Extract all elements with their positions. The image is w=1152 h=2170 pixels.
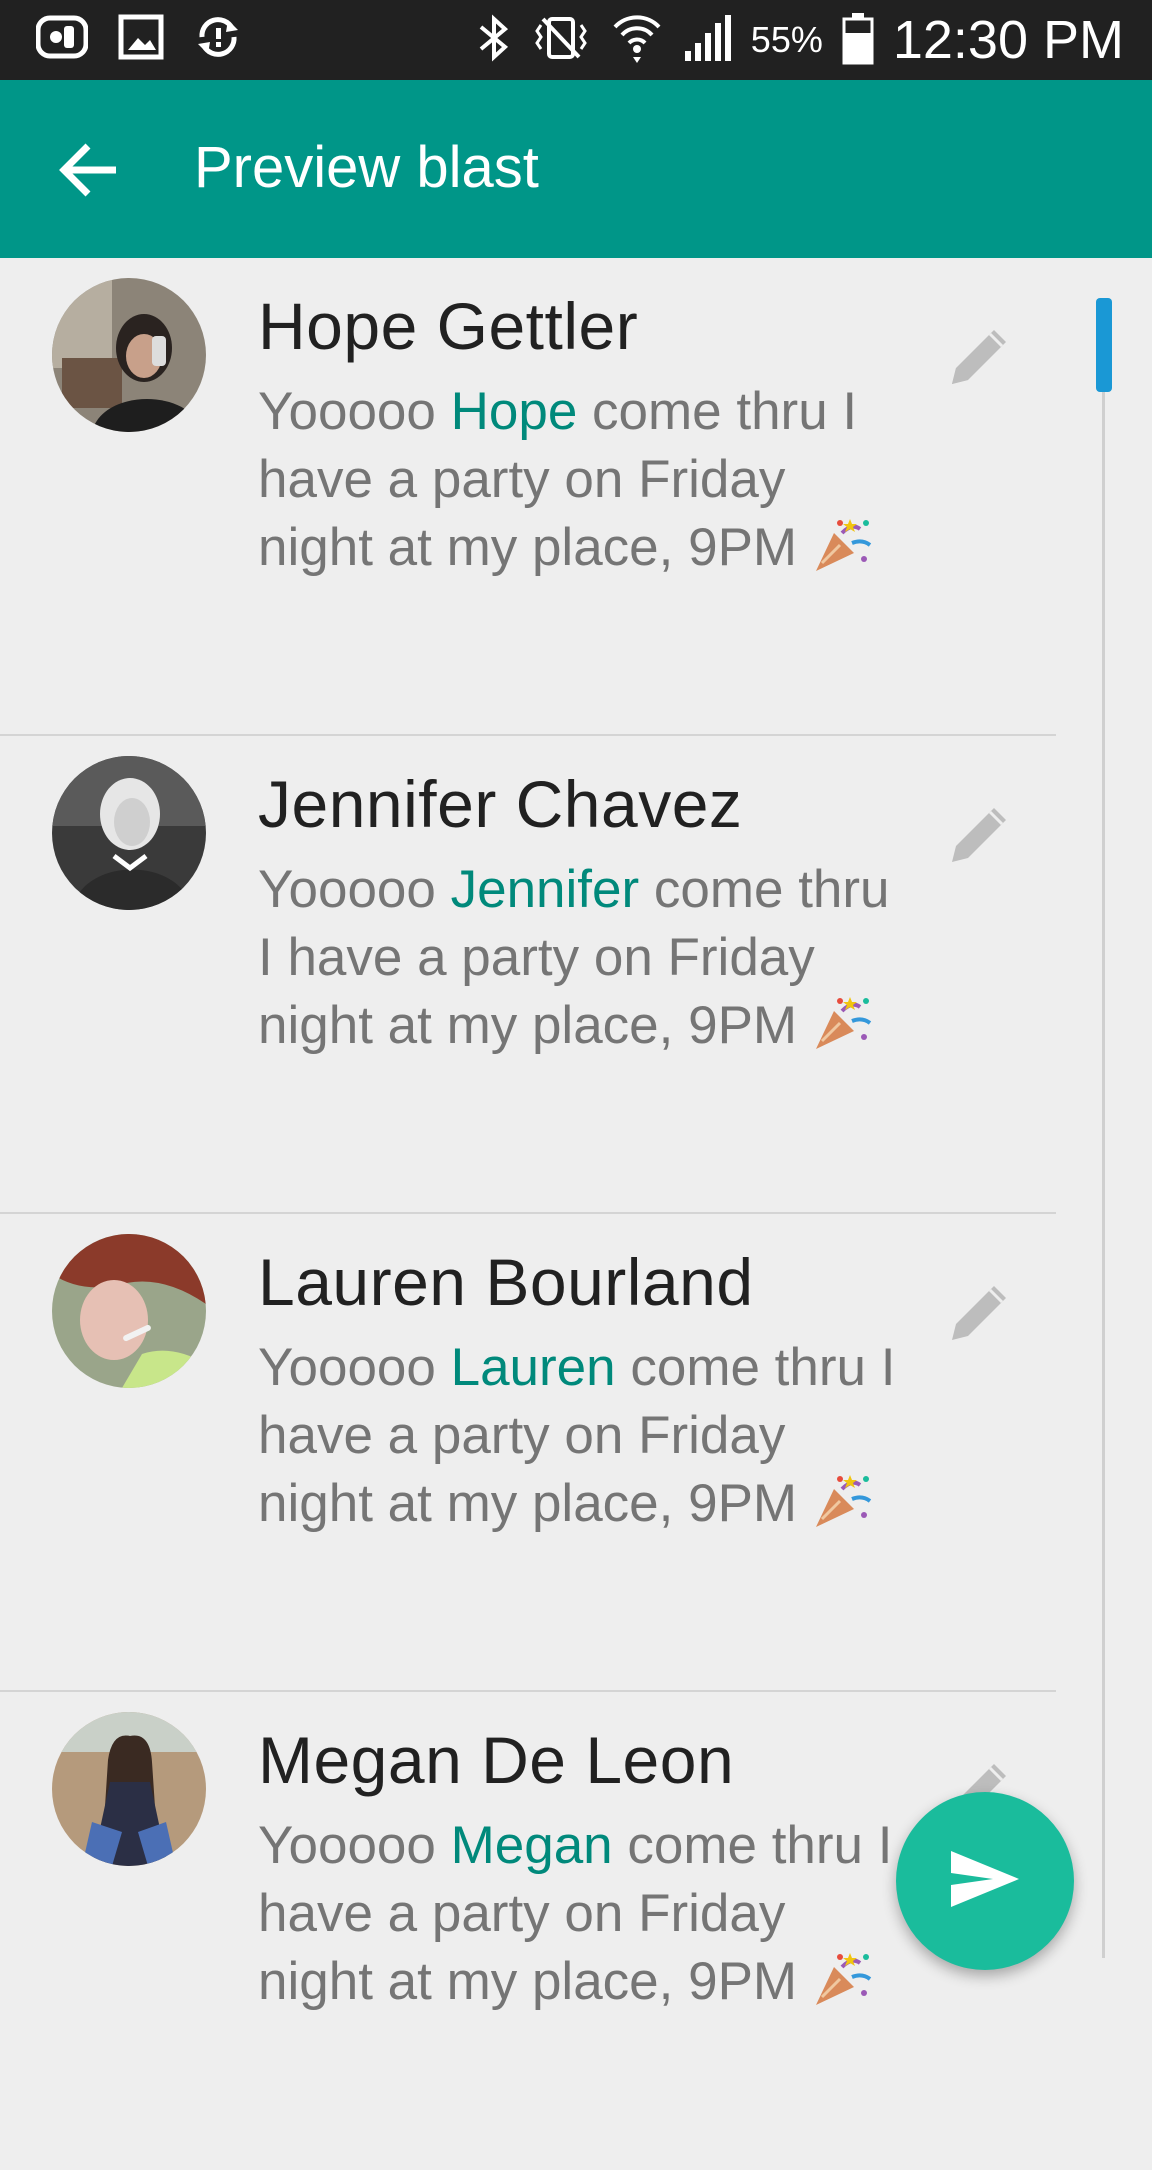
back-button[interactable] (58, 138, 122, 202)
send-icon (949, 1849, 1021, 1913)
contact-name: Megan De Leon (258, 1723, 735, 1797)
status-time: 12:30 PM (892, 10, 1124, 70)
party-popper-icon (812, 1471, 874, 1529)
message-recipient-name: Megan (450, 1816, 613, 1875)
scrollbar-track[interactable] (1102, 298, 1105, 1958)
contact-name: Hope Gettler (258, 289, 639, 363)
app-bar: Preview blast (0, 80, 1152, 258)
message-text: Yooooo (258, 382, 451, 441)
message-recipient-name: Lauren (450, 1338, 616, 1397)
list-item: Jennifer Chavez Yooooo Jennifer come thr… (0, 736, 1056, 1214)
arrow-back-icon (58, 143, 122, 206)
message-text: Yooooo (258, 1816, 451, 1875)
edit-button[interactable] (946, 1276, 1016, 1346)
sync-icon (194, 14, 242, 64)
wifi-icon (611, 11, 663, 69)
image-icon (118, 14, 164, 64)
avatar (52, 756, 206, 910)
battery-percent: 55% (750, 19, 823, 60)
page-title: Preview blast (194, 135, 539, 200)
battery-icon (841, 11, 875, 69)
contact-name: Jennifer Chavez (258, 767, 743, 841)
pencil-icon (946, 330, 1016, 394)
bluetooth-icon (477, 13, 511, 67)
signal-icon (681, 13, 733, 67)
message-preview: Yooooo Jennifer come thru I have a party… (258, 856, 898, 1060)
party-popper-icon (812, 993, 874, 1051)
contact-name: Lauren Bourland (258, 1245, 754, 1319)
scrollbar-thumb[interactable] (1096, 298, 1112, 392)
pencil-icon (946, 1286, 1016, 1350)
list-item: Megan De Leon Yooooo Megan come thru I h… (0, 1692, 1056, 2170)
message-preview: Yooooo Hope come thru I have a party on … (258, 378, 898, 582)
pencil-icon (946, 808, 1016, 872)
voicemail-icon (35, 14, 89, 64)
message-text: Yooooo (258, 1338, 451, 1397)
edit-button[interactable] (946, 798, 1016, 868)
avatar (52, 1234, 206, 1388)
status-bar: 55% 12:30 PM (0, 0, 1152, 80)
edit-button[interactable] (946, 320, 1016, 390)
avatar (52, 1712, 206, 1866)
message-recipient-name: Jennifer (450, 860, 640, 919)
list-item: Lauren Bourland Yooooo Lauren come thru … (0, 1214, 1056, 1692)
party-popper-icon (812, 1949, 874, 2007)
vibrate-icon (529, 13, 593, 67)
party-popper-icon (812, 515, 874, 573)
send-button[interactable] (896, 1792, 1074, 1970)
list-item: Hope Gettler Yooooo Hope come thru I hav… (0, 258, 1056, 736)
message-text: Yooooo (258, 860, 451, 919)
message-recipient-name: Hope (450, 382, 578, 441)
message-preview: Yooooo Lauren come thru I have a party o… (258, 1334, 898, 1538)
avatar (52, 278, 206, 432)
message-preview: Yooooo Megan come thru I have a party on… (258, 1812, 898, 2016)
